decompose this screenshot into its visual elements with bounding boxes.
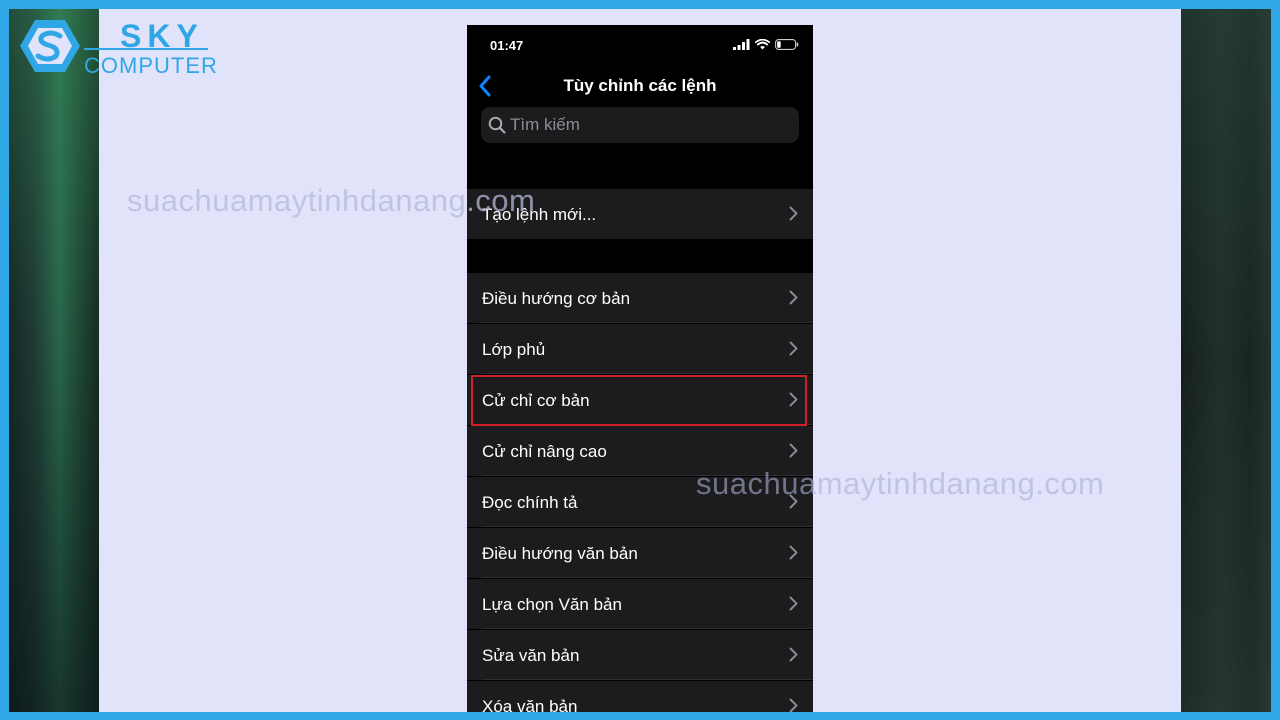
- list-separator: [482, 322, 813, 323]
- list-item[interactable]: Điều hướng cơ bản: [467, 273, 813, 323]
- watermark-text: suachuamaytinhdanang.com: [696, 466, 1105, 501]
- chevron-right-icon: [789, 545, 798, 560]
- list-separator: [482, 679, 813, 680]
- logo-text-computer: COMPUTER: [84, 53, 218, 78]
- list-item-label: Điều hướng văn bản: [482, 544, 638, 563]
- status-time: 01:47: [490, 38, 524, 53]
- status-icons: [733, 39, 799, 50]
- list-item[interactable]: Điều hướng văn bản: [467, 528, 813, 578]
- logo-mark-icon: [20, 20, 80, 72]
- chevron-right-icon: [789, 596, 798, 611]
- list-item-label: Lựa chọn Văn bản: [482, 595, 622, 614]
- list-separator: [482, 628, 813, 629]
- battery-icon: [775, 39, 799, 50]
- search-icon: [488, 116, 506, 134]
- watermark-text: suachuamaytinhdanang.com: [127, 183, 536, 218]
- list-item-label: Điều hướng cơ bản: [482, 289, 631, 308]
- page-title: Tùy chỉnh các lệnh: [563, 76, 717, 95]
- list-item[interactable]: Lựa chọn Văn bản: [467, 579, 813, 629]
- list-item-label: Xóa văn bản: [482, 697, 578, 716]
- list-item-label: Sửa văn bản: [482, 646, 580, 665]
- list-item[interactable]: Lớp phủ: [467, 324, 813, 374]
- wifi-icon: [755, 39, 770, 50]
- chevron-right-icon: [789, 647, 798, 662]
- list-separator: [482, 424, 813, 425]
- list-item-label: Cử chỉ nâng cao: [482, 442, 607, 461]
- signal-icon: [733, 39, 750, 50]
- sky-computer-logo: SKY COMPUTER: [20, 18, 220, 78]
- list-item-highlighted[interactable]: Cử chỉ cơ bản: [467, 375, 813, 425]
- status-bar: 01:47: [467, 25, 813, 65]
- background-blur-left: [0, 0, 99, 720]
- logo-divider: [84, 48, 208, 50]
- chevron-right-icon: [789, 206, 798, 221]
- chevron-right-icon: [789, 698, 798, 713]
- list-item-label: Cử chỉ cơ bản: [482, 391, 590, 410]
- chevron-right-icon: [789, 341, 798, 356]
- list-item-label: Đọc chính tả: [482, 493, 578, 512]
- navigation-bar: Tùy chỉnh các lệnh: [467, 65, 813, 107]
- list-separator: [482, 526, 813, 527]
- chevron-right-icon: [789, 290, 798, 305]
- list-item[interactable]: Sửa văn bản: [467, 630, 813, 680]
- background-blur-right: [1181, 0, 1280, 720]
- list-item-label: Lớp phủ: [482, 340, 546, 359]
- search-input[interactable]: [510, 115, 790, 135]
- phone-screen: 01:47 Tùy chỉnh các lệnh Tìm kiếm Tạo lệ…: [467, 25, 813, 720]
- list-separator: [482, 373, 813, 374]
- chevron-right-icon: [789, 443, 798, 458]
- list-item[interactable]: Xóa văn bản: [467, 681, 813, 720]
- search-bar[interactable]: [481, 107, 799, 143]
- chevron-right-icon: [789, 392, 798, 407]
- list-separator: [482, 577, 813, 578]
